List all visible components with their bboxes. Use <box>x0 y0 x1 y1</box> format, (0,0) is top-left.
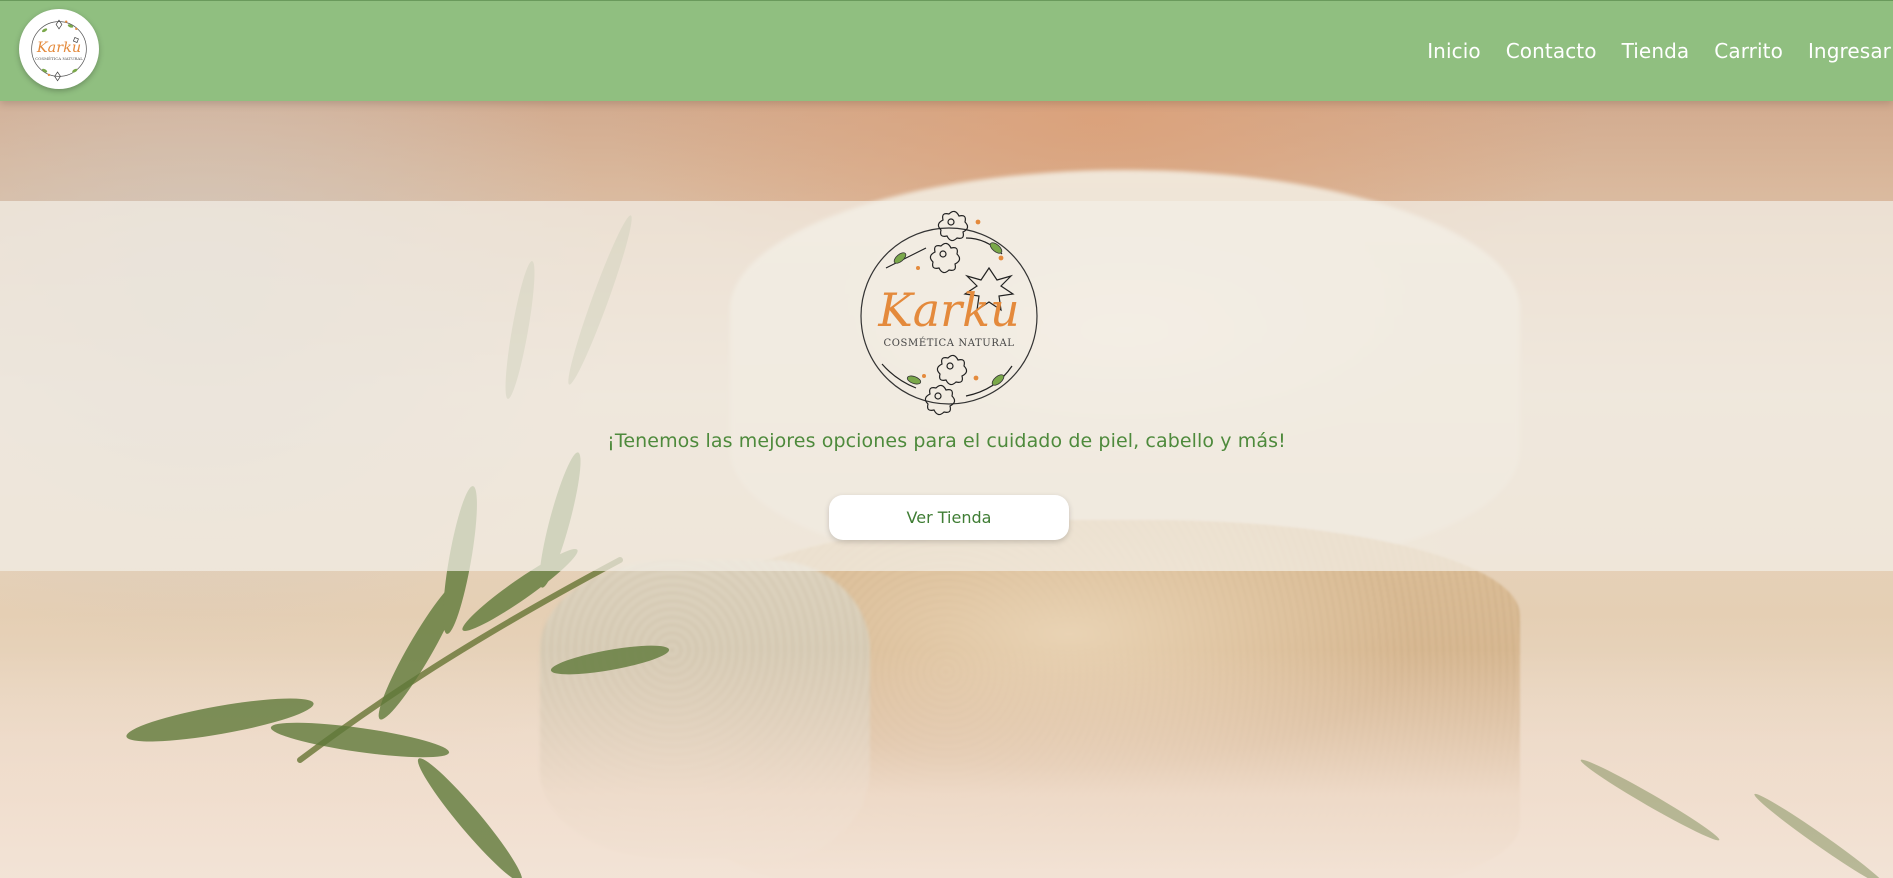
page: Karku COSMÉTICA NATURAL Inicio Contacto … <box>0 0 1893 878</box>
nav-item-inicio[interactable]: Inicio <box>1427 1 1481 101</box>
main-nav: Inicio Contacto Tienda Carrito Ingresar <box>1402 1 1893 101</box>
karku-logo-icon: Karku COSMÉTICA NATURAL <box>31 19 87 82</box>
nav-item-tienda[interactable]: Tienda <box>1622 1 1690 101</box>
table-surface <box>0 650 1893 878</box>
nav-item-contacto[interactable]: Contacto <box>1506 1 1597 101</box>
hero-logo-subtitle: COSMÉTICA NATURAL <box>883 337 1014 349</box>
header-logo-subtitle: COSMÉTICA NATURAL <box>35 56 83 61</box>
top-navbar: Karku COSMÉTICA NATURAL Inicio Contacto … <box>0 0 1893 101</box>
ver-tienda-button[interactable]: Ver Tienda <box>829 495 1069 540</box>
header-logo[interactable]: Karku COSMÉTICA NATURAL <box>19 9 99 89</box>
hero-tagline: ¡Tenemos las mejores opciones para el cu… <box>607 430 1286 452</box>
header-logo-brand: Karku <box>36 40 81 56</box>
hero-logo-brand: Karku <box>877 283 1019 337</box>
hero-karku-logo-icon: Karku COSMÉTICA NATURAL <box>860 210 1038 416</box>
nav-item-carrito[interactable]: Carrito <box>1714 1 1783 101</box>
nav-item-ingresar[interactable]: Ingresar <box>1808 1 1891 101</box>
